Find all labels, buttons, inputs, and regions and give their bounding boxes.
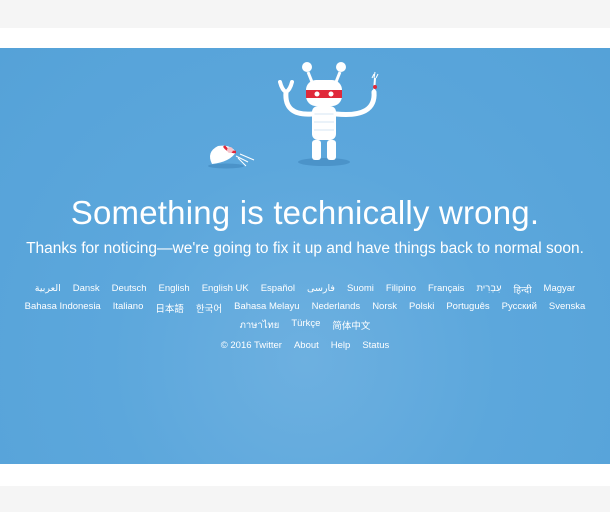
language-link[interactable]: Dansk — [73, 283, 100, 296]
language-link[interactable]: Português — [446, 301, 489, 315]
language-link[interactable]: 한국어 — [196, 301, 222, 315]
language-link[interactable]: English UK — [202, 283, 249, 296]
footer-links: © 2016 Twitter About Help Status — [0, 340, 610, 351]
language-link[interactable]: 日本語 — [155, 301, 184, 315]
antenna-icon — [302, 62, 346, 83]
bottom-margin — [0, 486, 610, 512]
language-link[interactable]: Svenska — [549, 301, 585, 315]
language-link[interactable]: Nederlands — [312, 301, 361, 315]
language-link[interactable]: Deutsch — [112, 283, 147, 296]
language-link[interactable]: Türkçe — [291, 318, 320, 333]
language-link[interactable]: Magyar — [544, 283, 576, 296]
language-link[interactable]: Bahasa Indonesia — [25, 301, 101, 315]
language-link[interactable]: Русский — [502, 301, 537, 315]
language-link[interactable]: Suomi — [347, 283, 374, 296]
language-link[interactable]: Español — [261, 283, 295, 296]
error-headline: Something is technically wrong. — [70, 194, 540, 231]
robot-visor — [306, 90, 342, 98]
language-link[interactable]: Polski — [409, 301, 434, 315]
top-white-strip — [0, 28, 610, 48]
language-link[interactable]: עִבְרִית — [476, 283, 501, 296]
language-link[interactable]: العربية — [35, 283, 61, 296]
bottom-white-strip — [0, 464, 610, 486]
language-link[interactable]: Filipino — [386, 283, 416, 296]
language-link[interactable]: فارسی — [307, 283, 335, 296]
status-link[interactable]: Status — [362, 340, 389, 351]
language-link[interactable]: Norsk — [372, 301, 397, 315]
error-subline: Thanks for noticing—we're going to fix i… — [26, 240, 584, 257]
broken-robot-illustration — [208, 62, 379, 169]
language-list: Bahasa Indonesia Italiano 日本語 한국어 Bahasa… — [0, 301, 610, 315]
language-link[interactable]: ภาษาไทย — [240, 318, 280, 333]
help-link[interactable]: Help — [331, 340, 351, 351]
language-link[interactable]: 简体中文 — [332, 318, 370, 333]
language-link[interactable]: हिन्दी — [514, 283, 532, 296]
about-link[interactable]: About — [294, 340, 319, 351]
language-list: العربية Dansk Deutsch English English UK… — [0, 283, 610, 296]
copyright-text: © 2016 Twitter — [220, 340, 282, 351]
language-link[interactable]: Bahasa Melayu — [234, 301, 299, 315]
language-link[interactable]: English — [159, 283, 190, 296]
robot-head-piece-icon — [208, 145, 255, 169]
language-link[interactable]: Français — [428, 283, 464, 296]
robot-shadow — [298, 158, 350, 166]
language-list: ภาษาไทย Türkçe 简体中文 — [0, 318, 610, 333]
top-margin — [0, 0, 610, 28]
error-panel: Something is technically wrong. Thanks f… — [0, 48, 610, 464]
language-link[interactable]: Italiano — [113, 301, 144, 315]
